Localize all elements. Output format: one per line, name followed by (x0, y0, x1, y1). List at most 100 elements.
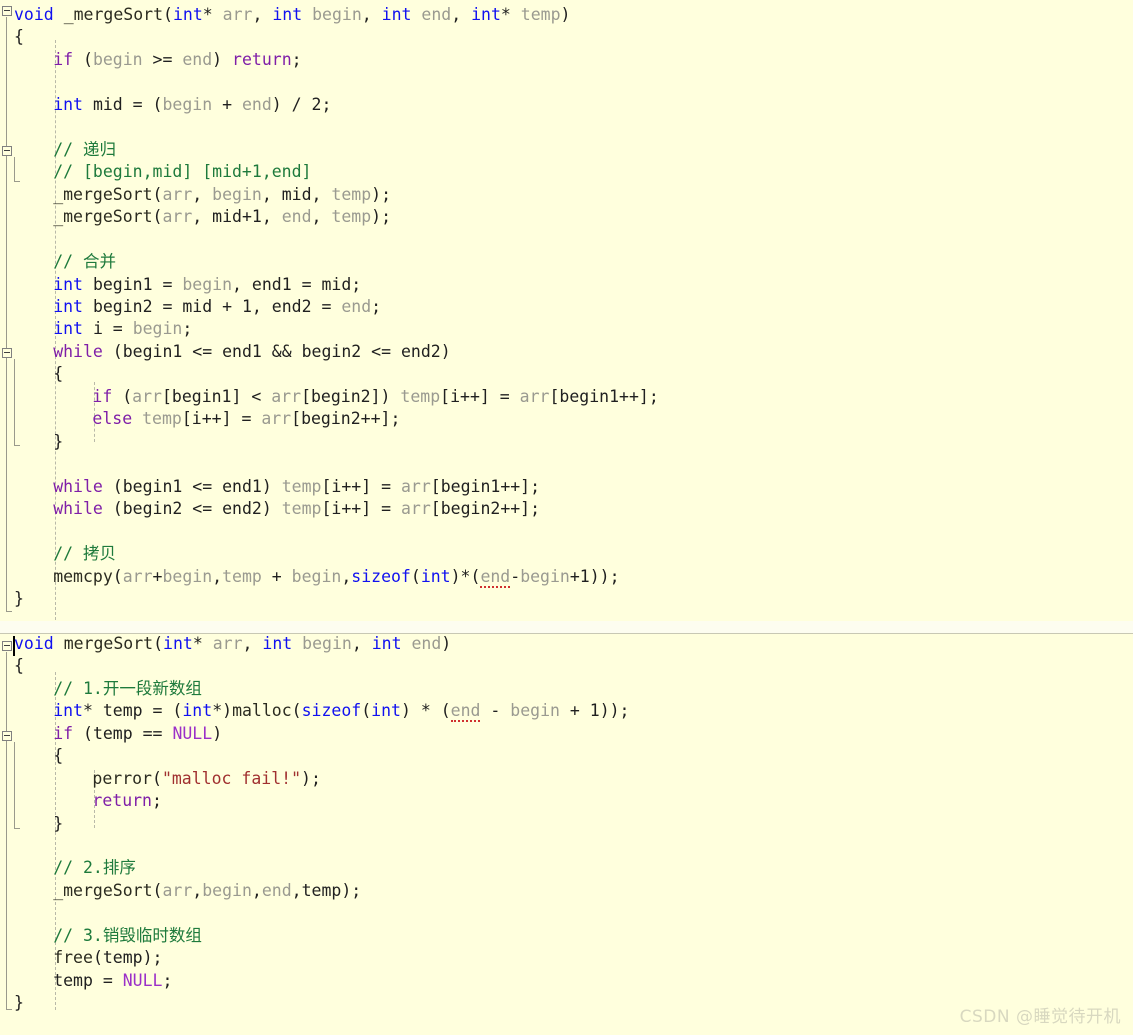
code-line[interactable]: } (53, 813, 63, 836)
code-token: = (152, 296, 183, 316)
code-line[interactable]: free(temp); (53, 947, 162, 970)
code-token: int (53, 319, 83, 339)
code-line[interactable]: } (53, 431, 63, 454)
code-line[interactable]: temp = NULL; (53, 970, 172, 993)
code-line[interactable]: } (14, 992, 24, 1015)
fold-marker-icon[interactable] (2, 146, 12, 156)
code-token: if (53, 49, 74, 69)
watermark: CSDN @睡觉待开机 (959, 1007, 1121, 1027)
code-line[interactable]: { (53, 745, 63, 768)
code-line[interactable]: if (begin >= end) return; (53, 49, 301, 72)
code-token: )); (599, 701, 630, 721)
code-token: ( (152, 768, 162, 788)
code-line[interactable]: { (14, 26, 24, 49)
code-line[interactable]: while (begin1 <= end1 && begin2 <= end2) (53, 341, 450, 364)
code-token: ; (162, 970, 173, 990)
code-line[interactable]: // 拷贝 (53, 543, 116, 566)
code-token: end (281, 207, 312, 227)
code-token: )); (589, 566, 620, 586)
code-line[interactable]: int begin1 = begin, end1 = mid; (53, 274, 361, 297)
fold-marker-icon[interactable] (2, 731, 12, 741)
code-line[interactable]: _mergeSort(arr, begin, mid, temp); (53, 184, 391, 207)
code-token: , (192, 207, 213, 227)
code-line[interactable]: if (arr[begin1] < arr[begin2]) temp[i++]… (92, 386, 658, 409)
code-line[interactable]: int begin2 = mid + 1, end2 = end; (53, 296, 381, 319)
code-token: // 递归 (53, 139, 116, 159)
code-token: ++] = (341, 476, 401, 496)
fold-gutter[interactable] (0, 0, 22, 1035)
code-token: == (132, 723, 173, 743)
fold-line-foot (6, 1009, 12, 1010)
fold-marker-icon[interactable] (2, 641, 12, 651)
code-token: begin2 (301, 341, 362, 361)
code-line[interactable]: void _mergeSort(int* arr, int begin, int… (14, 4, 570, 27)
code-token: } (53, 813, 64, 833)
fold-marker-icon[interactable] (2, 6, 12, 16)
code-line[interactable]: int mid = (begin + end) / 2; (53, 94, 331, 117)
code-token: <= (361, 341, 401, 361)
code-line[interactable]: if (temp == NULL) (53, 723, 222, 746)
code-token: begin (202, 880, 252, 900)
code-line[interactable]: _mergeSort(arr, mid+1, end, temp); (53, 206, 391, 229)
code-token: )*( (450, 566, 481, 586)
code-token: = (291, 274, 322, 294)
code-line[interactable]: return; (92, 790, 162, 813)
code-token: ) (212, 49, 233, 69)
code-line[interactable]: // 3.销毁临时数组 (53, 925, 202, 948)
code-token: ( (102, 499, 123, 519)
code-token: begin (520, 566, 570, 586)
code-token: ( (112, 566, 123, 586)
code-line[interactable]: else temp[i++] = arr[begin2++]; (92, 408, 400, 431)
code-editor[interactable]: void _mergeSort(int* arr, int begin, int… (0, 0, 1133, 1035)
code-token: begin1 (92, 274, 153, 294)
code-line[interactable]: void mergeSort(int* arr, int begin, int … (14, 633, 451, 656)
code-token: = (92, 970, 123, 990)
code-line[interactable]: // 递归 (53, 139, 116, 162)
code-line[interactable]: memcpy(arr+begin,temp + begin,sizeof(int… (53, 566, 620, 589)
code-line[interactable]: _mergeSort(arr,begin,end,temp); (53, 880, 361, 903)
code-token: int (471, 5, 501, 24)
code-token: && (261, 341, 302, 361)
code-line[interactable]: // 1.开一段新数组 (53, 678, 202, 701)
code-line[interactable]: // [begin,mid] [mid+1,end] (53, 161, 311, 184)
code-token: while (53, 499, 103, 519)
code-token: i (191, 409, 202, 429)
fold-marker-icon[interactable] (2, 348, 12, 358)
code-token: ++]; (619, 386, 659, 406)
code-token: begin (92, 49, 143, 69)
code-token: int (420, 566, 451, 586)
code-token: ; (371, 296, 382, 316)
code-token: ) / (271, 94, 312, 114)
code-token: begin1 (171, 386, 232, 406)
code-token: ] < (231, 386, 272, 406)
code-line[interactable]: // 2.排序 (53, 857, 136, 880)
code-line[interactable]: // 合并 (53, 251, 116, 274)
code-line[interactable]: } (14, 588, 24, 611)
code-line[interactable]: while (begin2 <= end2) temp[i++] = arr[b… (53, 498, 540, 521)
fold-line-foot (14, 445, 20, 446)
code-token: arr (162, 880, 193, 900)
code-token: ); (142, 948, 163, 968)
code-token: end1 (222, 341, 262, 361)
code-token: end (480, 566, 511, 588)
code-token: end (421, 5, 452, 24)
code-line[interactable]: while (begin1 <= end1) temp[i++] = arr[b… (53, 476, 540, 499)
code-line[interactable]: { (14, 655, 24, 678)
code-line[interactable]: perror("malloc fail!"); (92, 768, 321, 791)
code-token: i (331, 476, 342, 496)
code-token: else (92, 409, 133, 429)
code-token: = (102, 319, 133, 339)
code-line[interactable]: int i = begin; (53, 318, 192, 341)
code-token: void (14, 5, 54, 24)
code-token: begin (132, 319, 183, 339)
code-token: ) (261, 476, 282, 496)
code-token: ); (341, 880, 362, 900)
code-line[interactable]: { (53, 363, 63, 386)
code-token: ; (291, 49, 302, 69)
code-line[interactable]: int* temp = (int*)malloc(sizeof(int) * (… (53, 700, 630, 723)
code-token: [ (549, 386, 560, 406)
